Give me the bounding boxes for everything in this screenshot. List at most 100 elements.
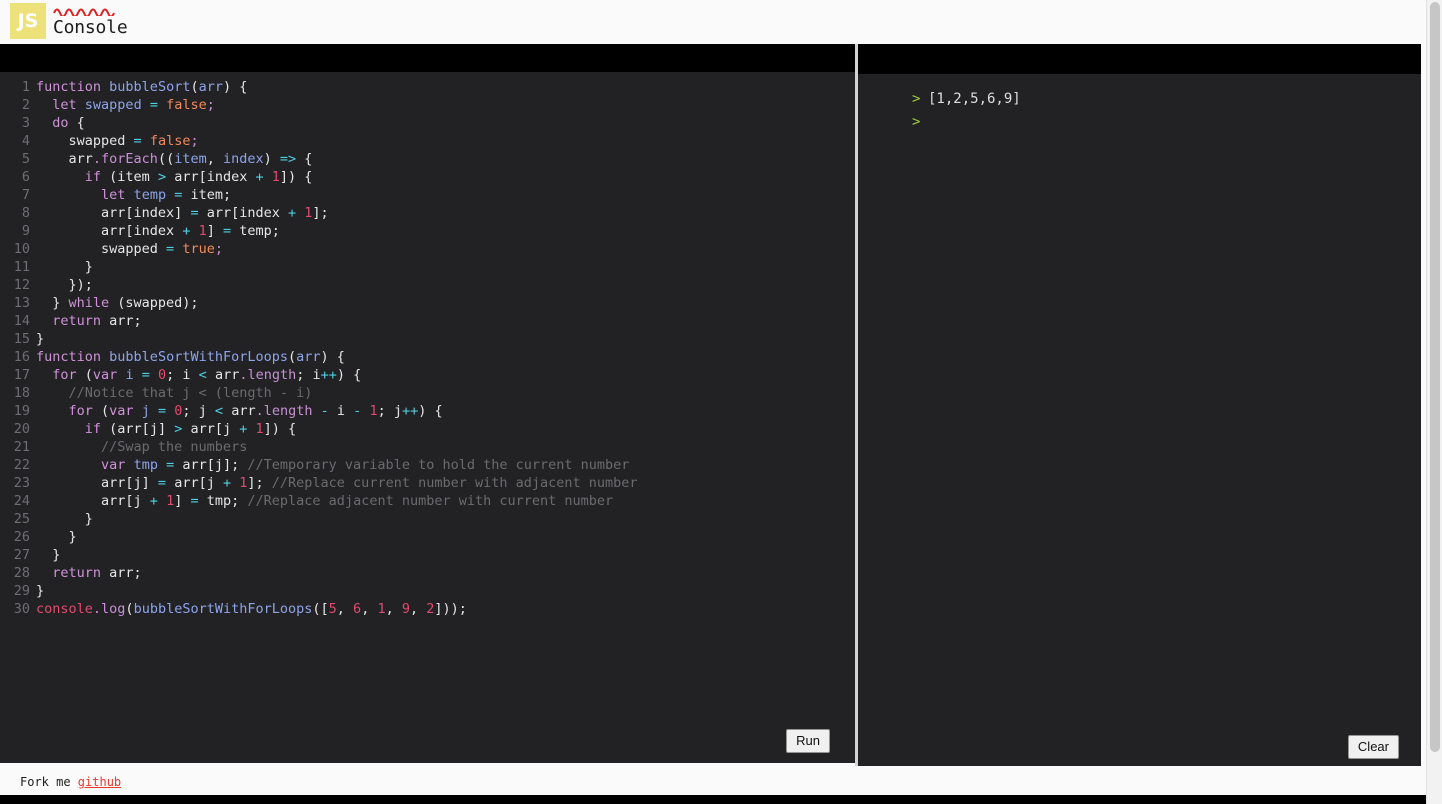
code-token: ]; — [247, 475, 272, 491]
line-number: 28 — [13, 565, 30, 581]
code-line: 22 var tmp = arr[j]; //Temporary variabl… — [0, 456, 855, 474]
code-token: if — [84, 421, 102, 437]
editor-topbar — [0, 44, 855, 72]
code-line: 14 return arr; — [0, 312, 855, 330]
code-token: var — [92, 367, 118, 383]
code-line: 21 //Swap the numbers — [0, 438, 855, 456]
run-button[interactable]: Run — [786, 729, 830, 753]
code-line: 23 arr[j] = arr[j + 1]; //Replace curren… — [0, 474, 855, 492]
code-line-text: arr[j + 1] = tmp; //Replace adjacent num… — [30, 493, 613, 509]
code-token: } — [36, 583, 45, 599]
code-token: => — [279, 151, 297, 167]
line-number: 23 — [13, 475, 30, 491]
line-number: 21 — [13, 439, 30, 455]
code-line: 4 swapped = false; — [0, 132, 855, 150]
code-line: 24 arr[j + 1] = tmp; //Replace adjacent … — [0, 492, 855, 510]
code-line-text: for (var i = 0; i < arr.length; i++) { — [30, 367, 361, 383]
console-topbar — [858, 44, 1421, 74]
code-line-text: //Notice that j < (length - i) — [30, 385, 313, 401]
line-number: 9 — [21, 223, 30, 239]
code-token: arr[j — [182, 421, 240, 437]
github-link[interactable]: github — [78, 775, 121, 789]
code-editor-panel[interactable]: 1 function bubbleSort(arr) {2 let swapped… — [0, 44, 855, 763]
code-line-text: do { — [30, 115, 85, 131]
line-number: 5 — [21, 151, 30, 167]
code-token: (( — [157, 151, 175, 167]
code-token: swapped — [36, 241, 167, 257]
code-line: 28 return arr; — [0, 564, 855, 582]
line-number: 26 — [13, 529, 30, 545]
code-token: } — [36, 331, 45, 347]
code-token: { — [296, 151, 313, 167]
code-token: ) { — [418, 403, 443, 419]
code-token: } — [36, 529, 77, 545]
code-token: (item — [101, 169, 158, 185]
code-token: ])); — [434, 601, 467, 617]
code-token: } — [36, 295, 69, 311]
code-token: = — [157, 475, 167, 491]
console-output-panel[interactable]: > [1,2,5,6,9] > Clear — [858, 44, 1421, 766]
code-line-text: let swapped = false; — [30, 97, 215, 113]
code-token: ] — [174, 493, 191, 509]
console-row: > — [912, 111, 1421, 134]
code-token: 9 — [401, 601, 410, 617]
code-token: , — [385, 601, 402, 617]
code-token: arr[index — [36, 223, 183, 239]
clear-button[interactable]: Clear — [1347, 735, 1399, 759]
code-token: console — [36, 601, 93, 617]
code-token: temp; — [231, 223, 280, 239]
code-token: + — [149, 493, 158, 509]
code-token: 0 — [158, 367, 167, 383]
code-token: item; — [182, 187, 232, 203]
code-token: 6 — [353, 601, 362, 617]
code-token: function — [36, 79, 102, 95]
line-number: 7 — [21, 187, 30, 203]
js-logo-icon: JS — [10, 3, 46, 39]
code-token: tmp; — [198, 493, 248, 509]
code-token: , — [410, 601, 427, 617]
code-token: ] — [206, 223, 223, 239]
code-token: arr[j — [36, 493, 150, 509]
console-prompt-icon: > — [912, 114, 921, 130]
code-line: 27 } — [0, 546, 855, 564]
line-number: 12 — [13, 277, 30, 293]
line-number: 25 — [13, 511, 30, 527]
footer-rule — [0, 795, 1442, 804]
app-header: JS Console — [0, 0, 1442, 44]
code-token: 1 — [198, 223, 207, 239]
page-scrollbar-thumb[interactable] — [1430, 2, 1440, 752]
code-line-text: console.log(bubbleSortWithForLoops([5, 6… — [30, 601, 467, 617]
code-token: .forEach — [92, 151, 158, 167]
code-line: 10 swapped = true; — [0, 240, 855, 258]
code-line: 11 } — [0, 258, 855, 276]
code-line-text: function bubbleSort(arr) { — [30, 79, 247, 95]
code-token: arr — [198, 79, 223, 95]
code-token: //Replace current number with adjacent n… — [271, 475, 638, 491]
line-number: 19 — [13, 403, 30, 419]
code-token: } — [36, 259, 93, 275]
code-token: ) { — [336, 367, 362, 383]
code-editor-content[interactable]: 1 function bubbleSort(arr) {2 let swapped… — [0, 72, 855, 763]
page-scrollbar[interactable] — [1426, 0, 1442, 804]
code-token: j — [141, 403, 150, 419]
console-output-value: [1,2,5,6,9] — [928, 91, 1021, 107]
code-token: = — [157, 403, 167, 419]
line-number: 16 — [13, 349, 30, 365]
code-line-text: } — [30, 583, 44, 599]
code-token: bubbleSortWithForLoops — [109, 349, 288, 365]
line-number: 14 — [13, 313, 30, 329]
line-number: 11 — [13, 259, 30, 275]
